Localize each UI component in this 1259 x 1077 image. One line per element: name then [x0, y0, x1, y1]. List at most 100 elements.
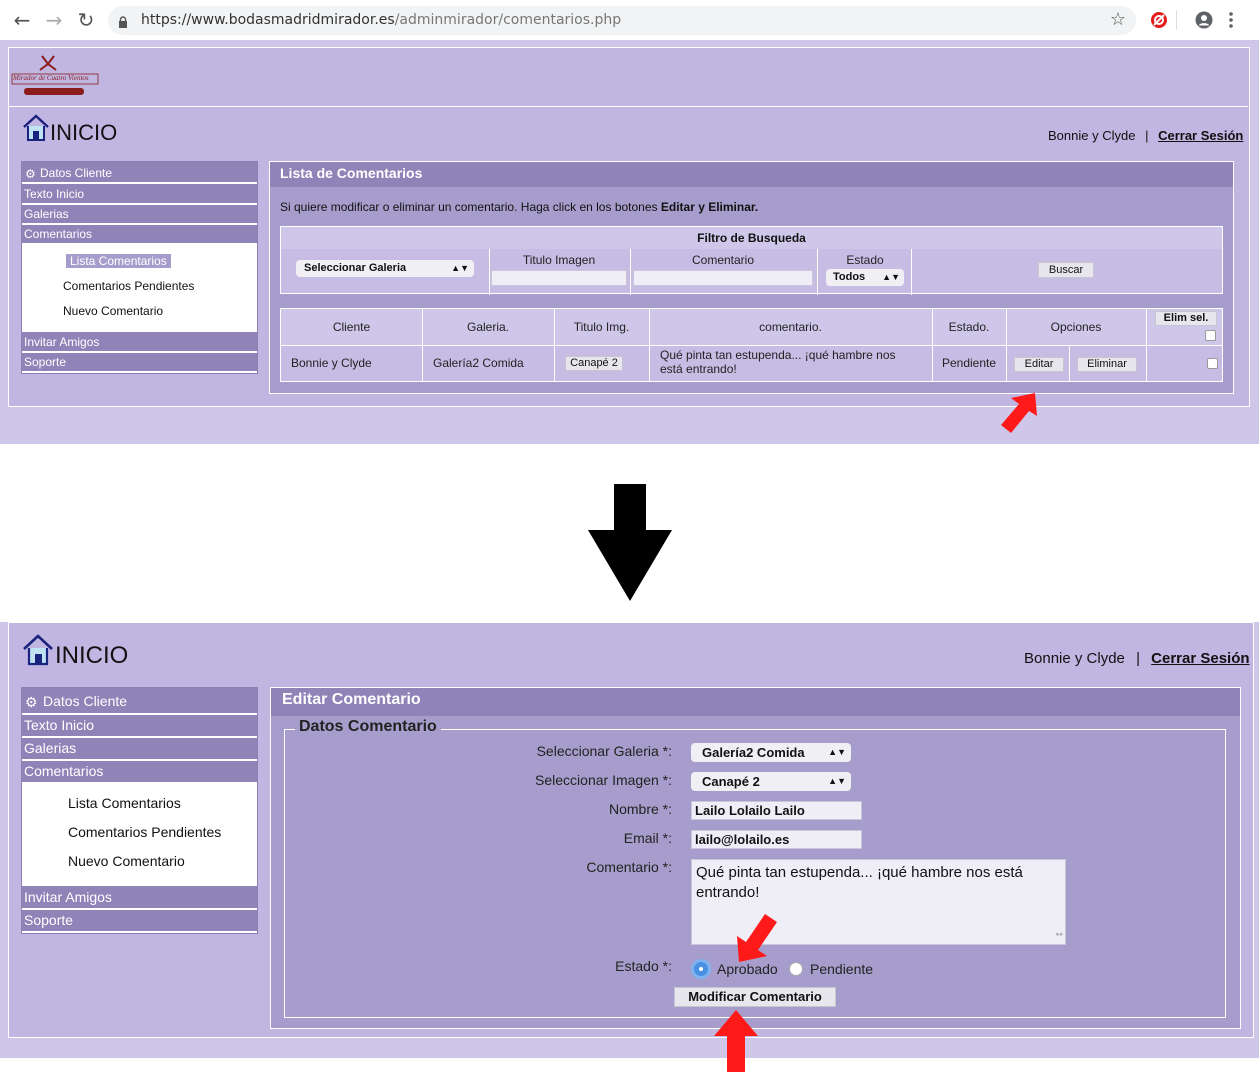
instruction-plain: Si quiere modificar o eliminar un coment…	[280, 200, 661, 214]
sidebar-item-comentarios[interactable]: Comentarios	[22, 225, 257, 245]
sidebar-item-soporte[interactable]: Soporte	[22, 910, 257, 933]
divider	[8, 106, 1248, 107]
nombre-input[interactable]: Lailo Lolailo Lailo	[691, 801, 862, 820]
divider	[911, 249, 912, 295]
logout-link[interactable]: Cerrar Sesión	[1151, 650, 1249, 667]
galeria-select[interactable]: Galería2 Comida ▲▼	[691, 743, 851, 762]
header-user-area: Bonnie y Clyde | Cerrar Sesión	[1024, 650, 1250, 667]
fieldset-legend: Datos Comentario	[295, 718, 441, 736]
email-input[interactable]: lailo@lolailo.es	[691, 830, 862, 849]
sidebar-sub-nuevo-comentario[interactable]: Nuevo Comentario	[63, 304, 164, 318]
sidebar-item-texto-inicio[interactable]: Texto Inicio	[22, 715, 257, 738]
list-content: Lista de Comentarios Si quiere modificar…	[269, 161, 1234, 394]
row-checkbox[interactable]	[1207, 358, 1218, 369]
sidebar-sub-nuevo-comentario[interactable]: Nuevo Comentario	[68, 853, 185, 869]
pendiente-radio[interactable]	[789, 962, 803, 976]
sidebar-item-label: Galerias	[24, 740, 77, 756]
header-comentario: comentario.	[759, 320, 822, 334]
extension-icon[interactable]	[1150, 11, 1168, 33]
user-name: Bonnie y Clyde	[1024, 650, 1125, 667]
header-user-area: Bonnie y Clyde | Cerrar Sesión	[1048, 128, 1243, 143]
comment-line: está entrando!	[660, 362, 737, 376]
sidebar-sub-comentarios-pendientes[interactable]: Comentarios Pendientes	[63, 279, 195, 293]
sidebar-item-invitar-amigos[interactable]: Invitar Amigos	[22, 332, 257, 353]
separator: |	[1145, 128, 1149, 143]
estado-filter-select[interactable]: Todos ▲▼	[826, 269, 904, 286]
chevron-updown-icon: ▲▼	[828, 776, 846, 786]
sidebar: ⚙ Datos Cliente Texto Inicio Galerias Co…	[21, 687, 258, 934]
select-value: Galería2 Comida	[702, 745, 805, 760]
header-estado: Estado.	[948, 320, 990, 334]
star-icon[interactable]: ☆	[1106, 8, 1130, 32]
sidebar-item-texto-inicio[interactable]: Texto Inicio	[22, 184, 257, 205]
sidebar-item-label: Texto Inicio	[24, 717, 95, 733]
comentario-label: Comentario *:	[586, 859, 672, 875]
chevron-updown-icon: ▲▼	[451, 263, 469, 273]
row-estado: Pendiente	[941, 356, 997, 370]
home-icon[interactable]	[22, 634, 54, 670]
modificar-comentario-button[interactable]: Modificar Comentario	[674, 987, 836, 1007]
header-titulo: Titulo Img.	[573, 320, 630, 334]
account-icon[interactable]	[1195, 11, 1213, 33]
sidebar-item-galerias[interactable]: Galerias	[22, 205, 257, 225]
header-opciones: Opciones	[1050, 320, 1102, 334]
down-arrow-icon	[588, 484, 672, 606]
mirador-logo: Mirador de Cuatro Vientos	[10, 52, 100, 100]
email-label: Email *:	[623, 830, 672, 846]
radio-dot	[699, 967, 703, 971]
titulo-filter-label: Titulo Imagen	[522, 253, 596, 267]
galeria-label: Seleccionar Galeria *:	[536, 743, 672, 759]
editar-button[interactable]: Editar	[1014, 357, 1064, 372]
sidebar-sub-comentarios-pendientes[interactable]: Comentarios Pendientes	[68, 824, 222, 840]
forward-arrow-icon[interactable]: →	[42, 8, 66, 32]
reload-icon[interactable]: ↻	[74, 8, 98, 32]
back-arrow-icon[interactable]: ←	[10, 8, 34, 32]
lock-icon	[118, 13, 128, 28]
sidebar-item-invitar-amigos[interactable]: Invitar Amigos	[22, 886, 257, 910]
buscar-button[interactable]: Buscar	[1038, 262, 1094, 278]
textarea-line: Qué pinta tan estupenda... ¡qué hambre n…	[696, 864, 1023, 881]
edit-screen: INICIO Bonnie y Clyde | Cerrar Sesión ⚙ …	[0, 622, 1259, 1072]
sidebar-item-label: Texto Inicio	[24, 187, 85, 201]
browser-toolbar: ← → ↻ https://www.bodasmadridmirador.es/…	[0, 0, 1259, 41]
sidebar-item-label: Invitar Amigos	[24, 889, 112, 905]
select-value: Todos	[833, 271, 866, 283]
aprobado-radio[interactable]	[694, 962, 708, 976]
titulo-filter-input[interactable]	[491, 270, 627, 286]
filter-heading: Filtro de Busqueda	[281, 227, 1222, 249]
sidebar-item-datos-cliente[interactable]: ⚙ Datos Cliente	[22, 688, 257, 715]
comentario-filter-input[interactable]	[633, 270, 813, 286]
home-icon[interactable]	[22, 114, 50, 146]
instruction-bold: Editar y Eliminar.	[660, 200, 759, 214]
sidebar-sub-lista-comentarios[interactable]: Lista Comentarios	[66, 254, 171, 268]
page-title: INICIO	[55, 642, 129, 669]
imagen-select[interactable]: Canapé 2 ▲▼	[691, 772, 851, 791]
elim-sel-button[interactable]: Elim sel.	[1155, 311, 1217, 326]
list-screen: Mirador de Cuatro Vientos INICIO Bonnie …	[0, 40, 1259, 444]
edit-content: Editar Comentario Datos Comentario Selec…	[270, 687, 1241, 1029]
pendiente-label[interactable]: Pendiente	[810, 961, 873, 977]
sidebar-item-soporte[interactable]: Soporte	[22, 353, 257, 373]
sidebar-sub-lista-comentarios[interactable]: Lista Comentarios	[68, 795, 181, 811]
row-comentario: Qué pinta tan estupenda... ¡qué hambre n…	[660, 348, 896, 376]
page-title: INICIO	[50, 120, 118, 145]
sidebar-item-label: Soporte	[24, 912, 74, 928]
url-text: https://www.bodasmadridmirador.es/adminm…	[141, 12, 622, 28]
select-all-checkbox[interactable]	[1205, 330, 1216, 341]
galeria-filter-select[interactable]: Seleccionar Galeria ▲▼	[296, 260, 474, 277]
gear-icon: ⚙	[25, 167, 36, 181]
header-cliente: Cliente	[332, 320, 371, 334]
eliminar-button[interactable]: Eliminar	[1077, 357, 1137, 372]
resize-handle-icon[interactable]: ⇿	[1055, 924, 1063, 944]
select-value: Canapé 2	[702, 774, 760, 789]
sidebar-item-datos-cliente[interactable]: ⚙ Datos Cliente	[22, 162, 257, 184]
red-arrow-icon	[733, 908, 785, 968]
sidebar-item-comentarios[interactable]: Comentarios	[22, 761, 257, 784]
sidebar-item-label: Invitar Amigos	[24, 335, 100, 349]
row-titulo-button[interactable]: Canapé 2	[565, 356, 623, 371]
sidebar-item-galerias[interactable]: Galerias	[22, 738, 257, 761]
imagen-label: Seleccionar Imagen *:	[535, 772, 672, 788]
logout-link[interactable]: Cerrar Sesión	[1158, 128, 1243, 143]
menu-dots-icon[interactable]	[1228, 11, 1234, 33]
select-value: Seleccionar Galeria	[304, 262, 407, 274]
